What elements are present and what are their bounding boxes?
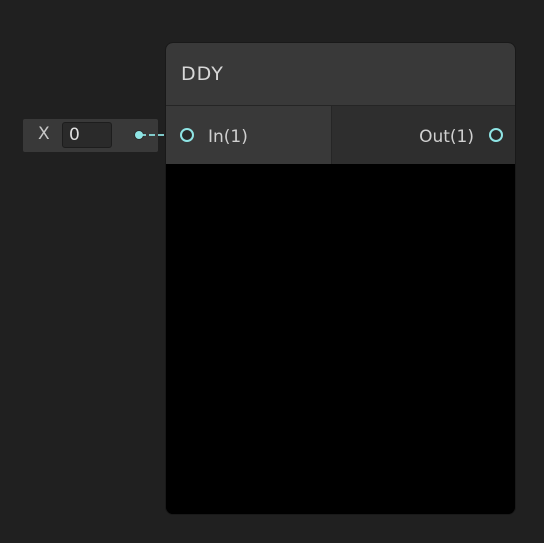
output-port-circle-icon[interactable]: [489, 128, 503, 142]
inline-input-field: X: [23, 119, 158, 152]
node-title: DDY: [181, 63, 224, 85]
graph-canvas[interactable]: X DDY In(1) Out(1): [0, 0, 544, 543]
ddy-node[interactable]: DDY In(1) Out(1): [165, 42, 516, 515]
input-port-row[interactable]: In(1): [166, 106, 332, 164]
field-label-x: X: [38, 124, 50, 144]
x-value-input[interactable]: [62, 122, 112, 148]
output-port-label: Out(1): [419, 127, 474, 147]
node-title-bar[interactable]: DDY: [166, 43, 515, 106]
output-port-row[interactable]: Out(1): [332, 106, 515, 164]
input-port-label: In(1): [208, 127, 248, 147]
node-preview: [166, 164, 515, 514]
node-ports: In(1) Out(1): [166, 106, 515, 164]
input-port-circle-icon[interactable]: [180, 128, 194, 142]
